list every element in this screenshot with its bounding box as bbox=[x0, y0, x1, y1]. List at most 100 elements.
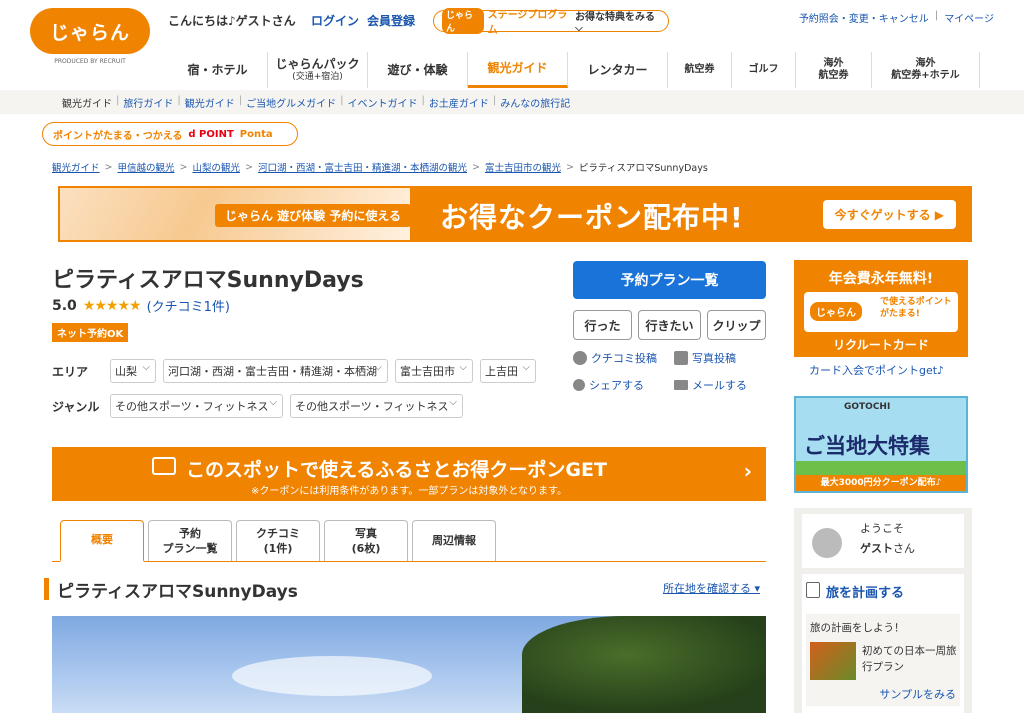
tab-label: 概要 bbox=[91, 533, 113, 547]
plan-thumbnail[interactable] bbox=[810, 642, 856, 680]
plan-description: 旅の計画をしよう！ bbox=[810, 622, 905, 634]
speech-bubble-icon bbox=[573, 351, 587, 365]
area-label: エリア bbox=[52, 365, 89, 379]
welcome-box: ようこそ ゲストさん bbox=[802, 514, 964, 568]
tab-underline bbox=[52, 561, 766, 562]
gotochi-grass bbox=[796, 461, 966, 475]
review-post-label: クチコミ投稿 bbox=[591, 352, 657, 365]
nav-overseas-air-hotel[interactable]: 海外 航空券+ホテル bbox=[872, 52, 980, 88]
gotochi-bottom: 最大3000円分クーポン配布♪ bbox=[796, 475, 966, 491]
gotochi-ad[interactable]: GOTOCHI ご当地大特集 最大3000円分クーポン配布♪ bbox=[794, 396, 968, 493]
tab-plans[interactable]: 予約 プラン一覧 bbox=[148, 520, 232, 562]
rating-score: 5.0 bbox=[52, 297, 77, 314]
tab-reviews[interactable]: クチコミ (1件) bbox=[236, 520, 320, 562]
area-select-city[interactable]: 富士吉田市 bbox=[395, 359, 473, 383]
mail-label: メールする bbox=[692, 379, 747, 392]
area-select-region[interactable]: 河口湖・西湖・富士吉田・精進湖・本栖湖 bbox=[163, 359, 388, 383]
card-signup-link[interactable]: カード入会でポイントget♪ bbox=[809, 362, 944, 378]
nav-label: 海外 bbox=[823, 58, 844, 69]
coupon-banner[interactable]: じゃらん 遊び体験 予約に使える お得なクーポン配布中! 今すぐゲットする ▶ bbox=[58, 186, 972, 242]
nav-label: レンタカー bbox=[587, 62, 648, 77]
top-links: 予約照会・変更・キャンセル | マイページ bbox=[799, 10, 994, 25]
reservation-manage-link[interactable]: 予約照会・変更・キャンセル bbox=[799, 10, 929, 25]
area-select-town[interactable]: 上吉田 bbox=[480, 359, 536, 383]
sample-link[interactable]: サンプルをみる bbox=[879, 686, 956, 702]
plan-box: 旅を計画する 旅の計画をしよう！ 初めての日本一周旅行プラン サンプルをみる bbox=[802, 574, 964, 713]
greeting: こんにちは♪ゲストさん bbox=[168, 14, 296, 28]
furusato-coupon-banner[interactable]: このスポットで使えるふるさとお得クーポンGET ※クーポンには利用条件があります… bbox=[52, 447, 766, 501]
nav-sub: (交通+宿泊) bbox=[292, 71, 343, 82]
plan-heading-link[interactable]: 旅を計画する bbox=[826, 582, 904, 601]
reserve-plan-button[interactable]: 予約プラン一覧 bbox=[573, 261, 766, 299]
share-link[interactable]: シェアする bbox=[573, 377, 644, 393]
avatar-icon bbox=[812, 528, 842, 558]
separator: | bbox=[177, 95, 181, 106]
breadcrumb-link[interactable]: 富士吉田市の観光 bbox=[485, 160, 561, 174]
breadcrumb-sep: > bbox=[471, 161, 480, 173]
genre-select-1[interactable]: その他スポーツ・フィットネス bbox=[110, 394, 283, 418]
tab-label: 写真 bbox=[355, 527, 377, 541]
breadcrumb-link[interactable]: 甲信越の観光 bbox=[117, 160, 174, 174]
subnav-gourmet-guide[interactable]: ご当地グルメガイド bbox=[246, 95, 336, 110]
review-post-link[interactable]: クチコミ投稿 bbox=[573, 350, 657, 366]
area-select-pref[interactable]: 山梨 bbox=[110, 359, 156, 383]
tab-overview[interactable]: 概要 bbox=[60, 520, 144, 562]
mail-icon bbox=[674, 380, 688, 390]
photo-post-link[interactable]: 写真投稿 bbox=[674, 350, 736, 366]
nav-kanko-guide[interactable]: 観光ガイド bbox=[468, 52, 568, 88]
subnav-kanko-guide[interactable]: 観光ガイド bbox=[185, 95, 235, 110]
stage-program-button[interactable]: じゃらん ステージプログラム お得な特典をみる ⌵ bbox=[433, 8, 669, 36]
subnav-event-guide[interactable]: イベントガイド bbox=[348, 95, 418, 110]
point-text: ポイントがたまる・つかえる bbox=[53, 130, 183, 142]
plan-sample-box: 旅の計画をしよう！ 初めての日本一周旅行プラン サンプルをみる bbox=[806, 614, 960, 706]
stage-benefit-label: お得な特典をみる ⌵ bbox=[575, 12, 656, 34]
spot-photo[interactable] bbox=[52, 616, 766, 713]
subnav-souvenir-guide[interactable]: お土産ガイド bbox=[429, 95, 489, 110]
breadcrumb-link[interactable]: 観光ガイド bbox=[52, 160, 100, 174]
point-banner[interactable]: ポイントがたまる・つかえる d POINT Ponta bbox=[42, 122, 298, 146]
mail-link[interactable]: メールする bbox=[674, 377, 747, 393]
tab-bar: 概要 予約 プラン一覧 クチコミ (1件) 写真 (6枚) 周辺情報 bbox=[60, 520, 496, 562]
rating: 5.0 ★★★★★ (クチコミ1件) bbox=[52, 296, 230, 316]
nav-hotel[interactable]: 宿・ホテル bbox=[168, 52, 268, 88]
separator: | bbox=[934, 10, 939, 21]
went-button[interactable]: 行った bbox=[573, 310, 632, 340]
subnav-travel-diary[interactable]: みんなの旅行記 bbox=[500, 95, 570, 110]
breadcrumb-current: ピラティスアロマSunnyDays bbox=[578, 163, 708, 174]
nav-overseas-air[interactable]: 海外 航空券 bbox=[796, 52, 872, 88]
gotochi-top: GOTOCHI bbox=[844, 402, 891, 412]
stage-logo: じゃらん bbox=[442, 8, 484, 34]
nav-activity[interactable]: 遊び・体験 bbox=[368, 52, 468, 88]
subnav-travel-guide[interactable]: 旅行ガイド bbox=[123, 95, 173, 110]
furusato-note: ※クーポンには利用条件があります。一部プランは対象外となります。 bbox=[250, 486, 568, 497]
tab-photos[interactable]: 写真 (6枚) bbox=[324, 520, 408, 562]
mypage-link[interactable]: マイページ bbox=[944, 10, 994, 25]
jalan-logo[interactable]: じゃらん bbox=[30, 8, 150, 54]
nav-label: 遊び・体験 bbox=[387, 62, 448, 77]
separator: | bbox=[238, 95, 243, 106]
banner-get-button[interactable]: 今すぐゲットする ▶ bbox=[822, 200, 956, 229]
register-link[interactable]: 会員登録 bbox=[367, 12, 415, 29]
locate-link[interactable]: 所在地を確認する ▾ bbox=[663, 580, 760, 596]
plan-icon bbox=[806, 582, 820, 598]
separator: | bbox=[340, 95, 344, 106]
name-suffix: さん bbox=[893, 542, 915, 555]
subnav-current: 観光ガイド bbox=[62, 99, 112, 110]
banner-headline: お得なクーポン配布中! bbox=[440, 201, 744, 234]
logo-text: じゃらん bbox=[49, 21, 130, 44]
tab-nearby[interactable]: 周辺情報 bbox=[412, 520, 496, 562]
review-count-link[interactable]: (クチコミ1件) bbox=[147, 296, 230, 315]
genre-select-2[interactable]: その他スポーツ・フィットネス bbox=[290, 394, 463, 418]
login-link[interactable]: ログイン bbox=[311, 12, 359, 29]
breadcrumb-link[interactable]: 河口湖・西湖・富士吉田・精進湖・本栖湖の観光 bbox=[258, 160, 467, 174]
clip-button[interactable]: クリップ bbox=[707, 310, 766, 340]
nav-jalan-pack[interactable]: じゃらんパック (交通+宿泊) bbox=[268, 52, 368, 88]
nav-airticket[interactable]: 航空券 bbox=[668, 52, 732, 88]
nav-golf[interactable]: ゴルフ bbox=[732, 52, 796, 88]
want-to-go-button[interactable]: 行きたい bbox=[638, 310, 701, 340]
separator: | bbox=[421, 95, 425, 106]
recruit-card-ad[interactable]: 年会費永年無料! じゃらん で使えるポイントがたまる! リクルートカード bbox=[794, 260, 968, 357]
breadcrumb-link[interactable]: 山梨の観光 bbox=[192, 160, 240, 174]
breadcrumb: 観光ガイド > 甲信越の観光 > 山梨の観光 > 河口湖・西湖・富士吉田・精進湖・本栖… bbox=[52, 160, 708, 175]
nav-rentacar[interactable]: レンタカー bbox=[568, 52, 668, 88]
